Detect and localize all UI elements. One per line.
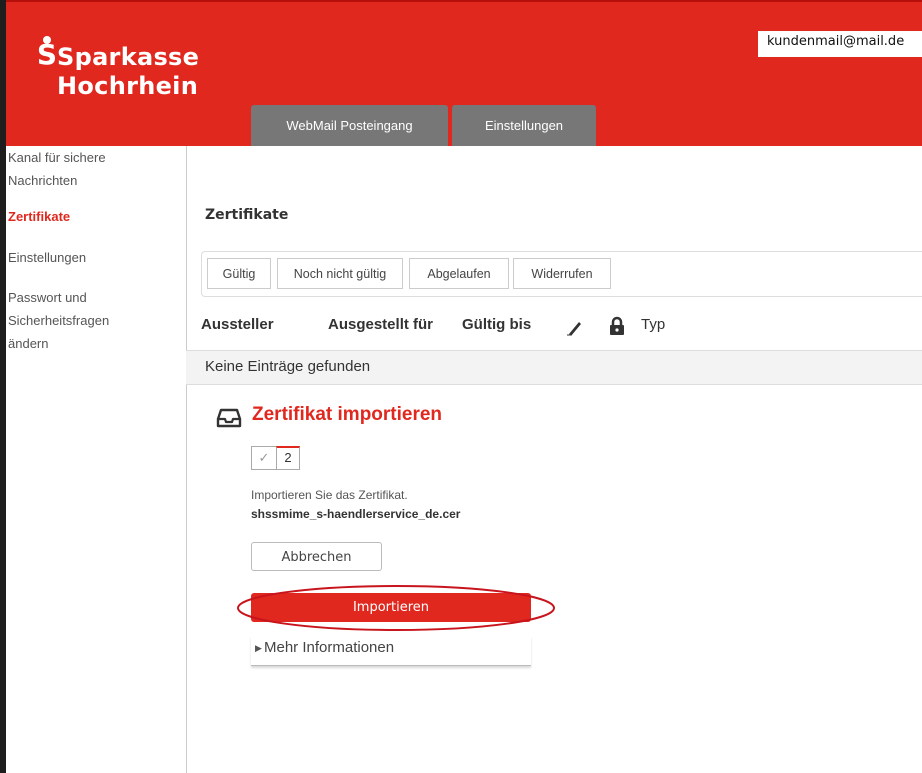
filter-expired-button[interactable]: Abgelaufen (409, 258, 509, 289)
more-info-toggle[interactable]: ▶ Mehr Informationen (251, 636, 531, 666)
sidebar: Kanal für sichere Nachrichten Zertifikat… (0, 146, 187, 773)
import-stepper: ✓ 2 (251, 446, 300, 470)
more-info-label: Mehr Informationen (264, 639, 395, 656)
column-valid-until[interactable]: Gültig bis (462, 316, 531, 333)
step-1-complete: ✓ (251, 446, 276, 470)
filter-revoked-button[interactable]: Widerrufen (513, 258, 611, 289)
pen-icon[interactable] (565, 317, 585, 342)
certificate-filename: shssmime_s-haendlerservice_de.cer (251, 507, 461, 521)
filter-valid-button[interactable]: Gültig (207, 258, 271, 289)
sidebar-item-certificates[interactable]: Zertifikate (8, 205, 70, 228)
highlight-ellipse (237, 585, 555, 631)
brand-name-line1: Sparkasse (57, 43, 200, 71)
cancel-button[interactable]: Abbrechen (251, 542, 382, 571)
lock-icon[interactable] (609, 316, 625, 341)
inbox-icon (216, 407, 242, 434)
empty-message: Keine Einträge gefunden (205, 358, 371, 375)
sidebar-item-secure-channel[interactable]: Kanal für sichere Nachrichten (8, 146, 106, 192)
sidebar-item-settings[interactable]: Einstellungen (8, 246, 86, 269)
user-email[interactable]: kundenmail@mail.de (758, 31, 922, 57)
filter-not-yet-valid-button[interactable]: Noch nicht gültig (277, 258, 403, 289)
column-type[interactable]: Typ (641, 316, 665, 333)
sidebar-item-password[interactable]: Passwort und Sicherheitsfragen ändern (8, 286, 109, 355)
column-issuer[interactable]: Aussteller (201, 316, 274, 333)
tab-settings[interactable]: Einstellungen (452, 105, 596, 146)
step-2-current: 2 (276, 446, 300, 470)
empty-table-row: Keine Einträge gefunden (186, 350, 922, 385)
import-section-title: Zertifikat importieren (252, 404, 443, 425)
column-issued-to[interactable]: Ausgestellt für (328, 316, 433, 333)
tab-webmail-inbox[interactable]: WebMail Posteingang (251, 105, 448, 146)
filter-bar: Gültig Noch nicht gültig Abgelaufen Wide… (201, 251, 922, 297)
brand-name-line2: Hochrhein (57, 72, 199, 100)
page-title: Zertifikate (205, 207, 289, 223)
import-hint: Importieren Sie das Zertifikat. (251, 488, 408, 502)
caret-right-icon: ▶ (255, 643, 262, 653)
